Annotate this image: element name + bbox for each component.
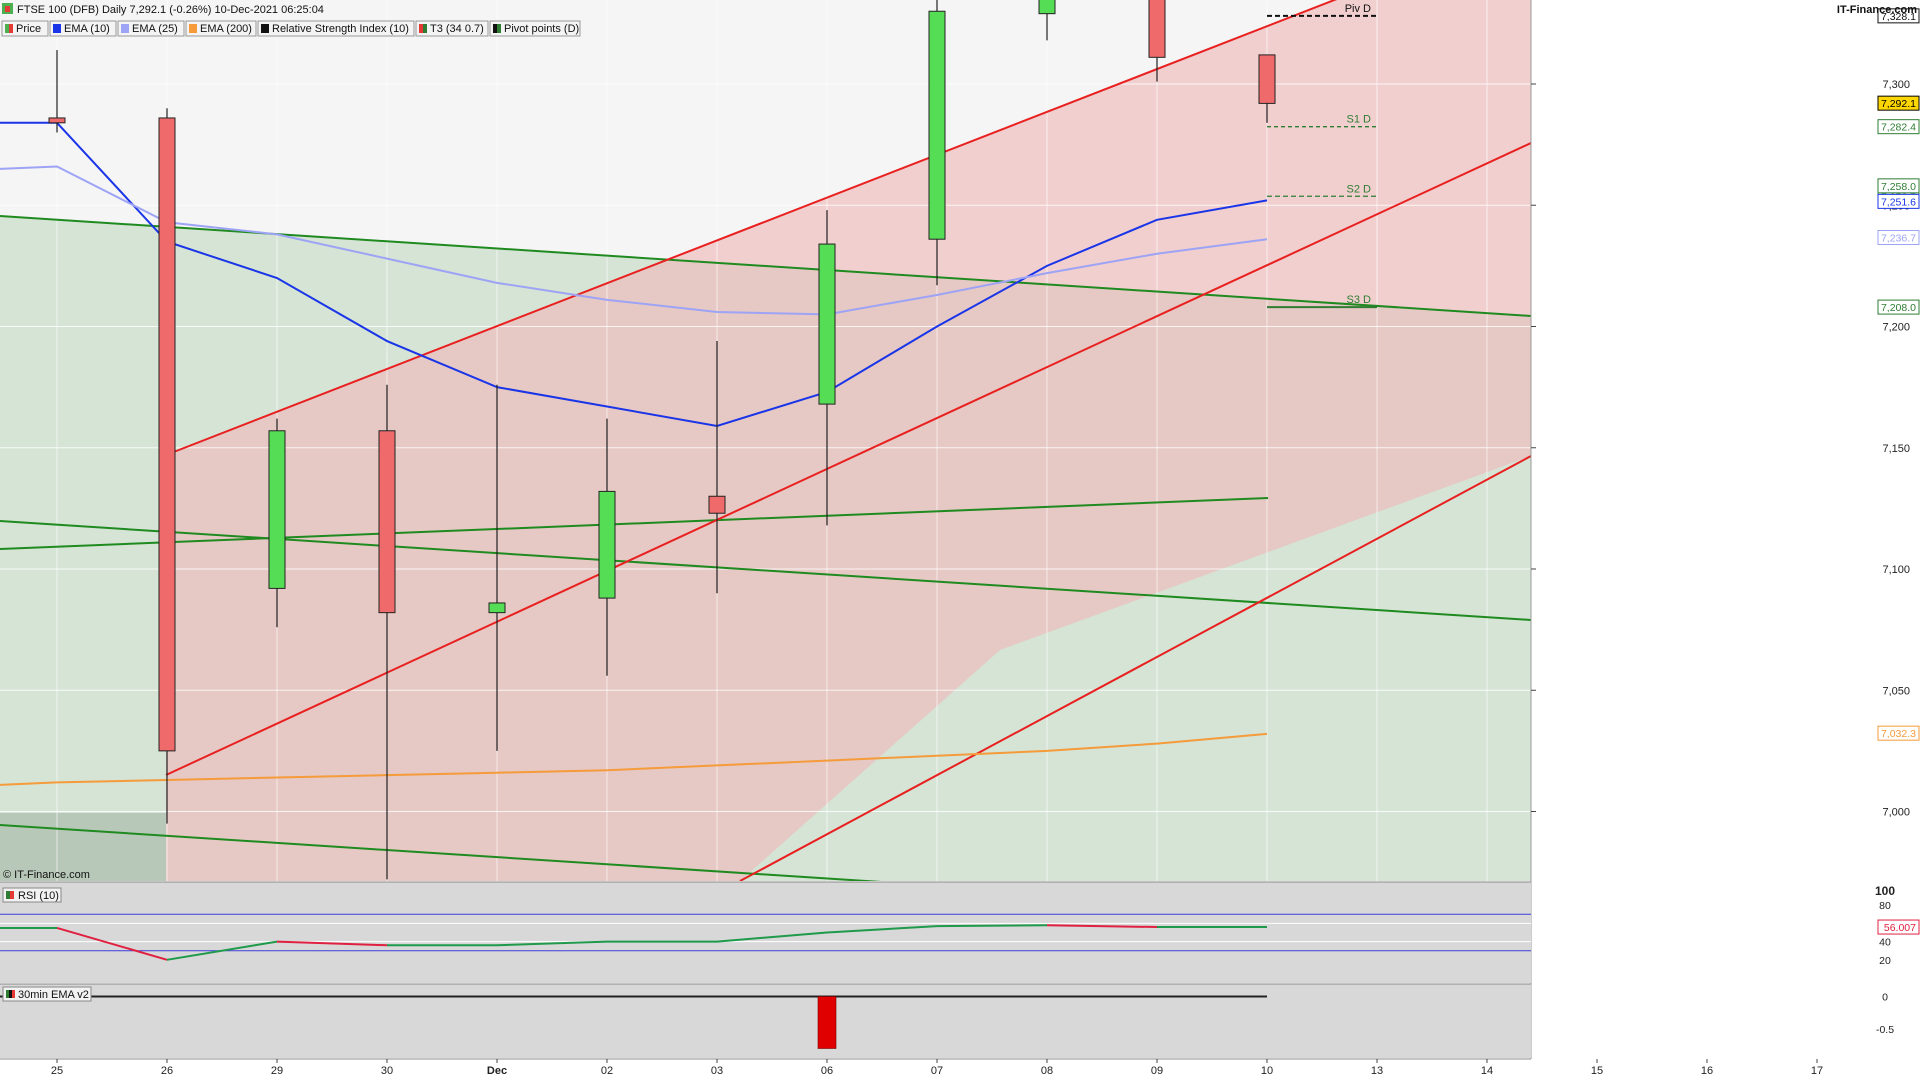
candle-body [818, 243, 836, 405]
rsi-tick-label: 40 [1879, 937, 1891, 949]
x-tick-label: 08 [1041, 1065, 1053, 1077]
x-tick-label: 07 [931, 1065, 943, 1077]
pivot-label: S1 D [1347, 114, 1372, 126]
legend-item[interactable]: Relative Strength Index (10) [257, 20, 415, 37]
y-tick-label: 7,000 [1882, 807, 1910, 819]
x-tick-label: 03 [711, 1065, 723, 1077]
legend-label: EMA (200) [200, 23, 252, 35]
legend-item[interactable]: Pivot points (D) [489, 20, 581, 37]
x-tick-label: 02 [601, 1065, 613, 1077]
y-tick-label: 7,300 [1882, 79, 1910, 91]
copyright-label: © IT-Finance.com [3, 869, 90, 881]
ema30-bar [817, 996, 837, 1049]
x-tick-label: Dec [487, 1065, 507, 1077]
candle-body [378, 430, 396, 614]
legend-swatch [493, 24, 497, 33]
y-tick-label: 7,150 [1882, 443, 1910, 455]
legend-label: Pivot points (D) [504, 23, 579, 35]
price-tag-label: 7,032.3 [1881, 728, 1916, 740]
legend-label: Price [16, 23, 41, 35]
x-tick-label: 25 [51, 1065, 63, 1077]
legend-swatch [261, 24, 269, 33]
legend-label: EMA (25) [132, 23, 178, 35]
x-tick-label: 15 [1591, 1065, 1603, 1077]
candle-body [1258, 54, 1276, 104]
pivot-label: Piv D [1345, 3, 1371, 15]
rsi-tag-label: 56.007 [1884, 922, 1916, 934]
ftse-chart[interactable]: R3 DR2 DR1 DPiv DS1 DS2 DS3 D7,6507,6007… [0, 0, 1920, 1080]
ema30-tick-label: -0.5 [1876, 1024, 1894, 1036]
rsi-tick-label: 100 [1875, 884, 1895, 898]
y-tick-label: 7,100 [1882, 564, 1910, 576]
rsi-tick-label: 80 [1879, 900, 1891, 912]
brand-label: IT-Finance.com [1837, 4, 1917, 16]
legend-label: T3 (34 0.7) [430, 23, 484, 35]
price-tag-label: 7,292.1 [1881, 98, 1916, 110]
legend-item[interactable]: T3 (34 0.7) [415, 20, 489, 37]
legend-swatch [419, 24, 423, 33]
candle-body [1038, 0, 1056, 15]
candle-body [48, 117, 66, 124]
x-tick-label: 13 [1371, 1065, 1383, 1077]
chart-canvas[interactable]: R3 DR2 DR1 DPiv DS1 DS2 DS3 D7,6507,6007… [0, 0, 1920, 1080]
legend-swatch [5, 24, 9, 33]
pivot-label: S2 D [1347, 183, 1372, 195]
legend-label: EMA (10) [64, 23, 110, 35]
legend-item[interactable]: EMA (200) [185, 20, 257, 37]
legend-label: Relative Strength Index (10) [272, 23, 409, 35]
main-panel-background [0, 0, 1531, 881]
y-tick-label: 7,050 [1882, 685, 1910, 697]
price-tag-label: 7,251.6 [1881, 196, 1916, 208]
ema30-tick-label: 0 [1882, 992, 1888, 1004]
x-tick-label: 30 [381, 1065, 393, 1077]
price-tag-label: 7,258.0 [1881, 181, 1916, 193]
candle-body [488, 602, 506, 614]
pivot-tag-label: 7,282.4 [1881, 122, 1916, 134]
x-tick-label: 29 [271, 1065, 283, 1077]
legend-item[interactable]: EMA (10) [49, 20, 117, 37]
rsi-legend-label: RSI (10) [18, 890, 59, 902]
pivot-tag-label: 7,208.0 [1881, 302, 1916, 314]
legend: Price EMA (10) EMA (25) EMA (200) Relative S… [1, 20, 581, 37]
rsi-line-segment [936, 924, 1048, 928]
chart-title: FTSE 100 (DFB) Daily 7,292.1 (-0.26%) 10… [17, 4, 324, 16]
candle-body [598, 490, 616, 599]
legend-swatch [53, 24, 61, 33]
ema30-legend-label: 30min EMA v2 [18, 989, 89, 1001]
candle-body [268, 430, 286, 589]
x-tick-label: 14 [1481, 1065, 1493, 1077]
x-tick-label: 10 [1261, 1065, 1273, 1077]
x-tick-label: 16 [1701, 1065, 1713, 1077]
legend-item[interactable]: EMA (25) [117, 20, 185, 37]
legend-swatch [121, 24, 129, 33]
x-tick-label: 17 [1811, 1065, 1823, 1077]
candle-body [928, 10, 946, 240]
legend-swatch [189, 24, 197, 33]
x-tick-label: 06 [821, 1065, 833, 1077]
candle-body [1148, 0, 1166, 58]
pivot-label: S3 D [1347, 294, 1372, 306]
price-axis: 7,6507,6007,5507,5007,4507,4007,3507,300… [1530, 0, 1920, 1059]
candle-body [708, 495, 726, 514]
x-axis: 25 26 29 30 Dec 02 03 06 07 08 09 10 13 14 15 16 17 [0, 1058, 1920, 1080]
candle-body [158, 117, 176, 752]
x-tick-label: 26 [161, 1065, 173, 1077]
legend-item[interactable]: Price [1, 20, 49, 37]
y-tick-label: 7,200 [1882, 322, 1910, 334]
rsi-tick-label: 20 [1879, 955, 1891, 967]
price-tag-label: 7,236.7 [1881, 233, 1916, 245]
x-tick-label: 09 [1151, 1065, 1163, 1077]
